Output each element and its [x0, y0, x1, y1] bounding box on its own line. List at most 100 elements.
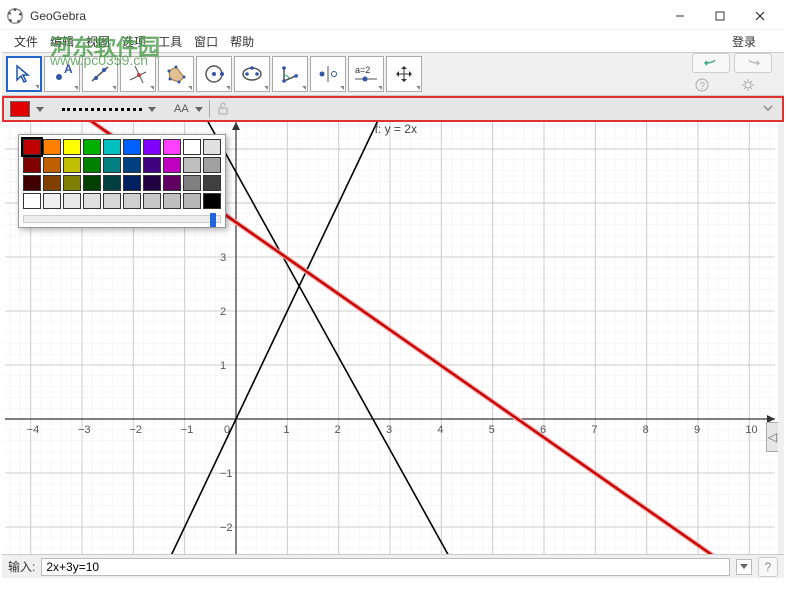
color-cell[interactable] [183, 139, 201, 155]
stylebar-expand-icon[interactable] [762, 102, 776, 116]
slider-thumb[interactable] [210, 213, 216, 227]
divider [209, 100, 210, 118]
menu-file[interactable]: 文件 [10, 31, 42, 52]
svg-text:a=2: a=2 [355, 65, 370, 75]
maximize-button[interactable] [700, 4, 740, 28]
color-cell[interactable] [163, 193, 181, 209]
svg-text:f: y = 2x: f: y = 2x [375, 122, 417, 136]
input-label: 输入: [8, 558, 35, 575]
color-cell[interactable] [23, 139, 41, 155]
color-cell[interactable] [43, 157, 61, 173]
svg-text:8: 8 [643, 424, 649, 436]
font-size-dropdown-icon[interactable] [195, 107, 203, 112]
input-help-button[interactable]: ? [758, 557, 778, 577]
svg-text:4: 4 [437, 424, 443, 436]
circle-tool[interactable] [196, 56, 232, 92]
settings-icon[interactable] [738, 75, 758, 95]
ellipse-tool[interactable] [234, 56, 270, 92]
menu-login[interactable]: 登录 [728, 31, 776, 52]
color-cell[interactable] [123, 175, 141, 191]
menu-help[interactable]: 帮助 [226, 31, 258, 52]
color-cell[interactable] [103, 157, 121, 173]
font-size-label[interactable]: AA [174, 103, 189, 115]
color-cell[interactable] [203, 193, 221, 209]
color-cell[interactable] [43, 139, 61, 155]
title-bar: GeoGebra [2, 2, 784, 30]
input-bar: 输入: ? [2, 554, 784, 578]
color-cell[interactable] [23, 157, 41, 173]
reflect-tool[interactable] [310, 56, 346, 92]
color-dropdown-icon[interactable] [36, 107, 44, 112]
app-icon [6, 7, 24, 25]
slider-tool[interactable]: a=2 [348, 56, 384, 92]
svg-text:−4: −4 [27, 424, 40, 436]
side-panel-toggle[interactable]: ◁ [766, 422, 778, 452]
line-style-preview[interactable] [62, 108, 142, 111]
color-cell[interactable] [103, 139, 121, 155]
lock-icon[interactable] [216, 101, 230, 118]
color-cell[interactable] [103, 175, 121, 191]
color-cell[interactable] [163, 139, 181, 155]
close-button[interactable] [740, 4, 780, 28]
svg-text:−1: −1 [220, 468, 233, 480]
color-cell[interactable] [203, 139, 221, 155]
color-cell[interactable] [143, 157, 161, 173]
redo-button[interactable] [734, 53, 772, 73]
color-cell[interactable] [163, 175, 181, 191]
svg-text:−2: −2 [220, 522, 233, 534]
input-field[interactable] [41, 558, 730, 576]
window-controls [660, 4, 780, 28]
color-cell[interactable] [43, 193, 61, 209]
minimize-button[interactable] [660, 4, 700, 28]
svg-text:?: ? [700, 81, 706, 92]
line-style-dropdown-icon[interactable] [148, 107, 156, 112]
color-cell[interactable] [43, 175, 61, 191]
color-cell[interactable] [83, 139, 101, 155]
menu-window[interactable]: 窗口 [190, 31, 222, 52]
color-cell[interactable] [63, 175, 81, 191]
move-tool[interactable] [6, 56, 42, 92]
color-cell[interactable] [103, 193, 121, 209]
color-cell[interactable] [123, 193, 141, 209]
svg-text:10: 10 [745, 424, 757, 436]
svg-text:5: 5 [489, 424, 495, 436]
svg-text:9: 9 [694, 424, 700, 436]
color-cell[interactable] [183, 157, 201, 173]
input-history-dropdown[interactable] [736, 559, 752, 575]
color-cell[interactable] [163, 157, 181, 173]
color-cell[interactable] [83, 157, 101, 173]
color-picker-popup [18, 134, 226, 228]
angle-tool[interactable] [272, 56, 308, 92]
svg-text:−3: −3 [78, 424, 91, 436]
svg-text:1: 1 [283, 424, 289, 436]
color-cell[interactable] [203, 157, 221, 173]
polygon-tool[interactable] [158, 56, 194, 92]
style-bar: AA [2, 96, 784, 122]
color-cell[interactable] [183, 175, 201, 191]
color-cell[interactable] [83, 193, 101, 209]
color-cell[interactable] [123, 157, 141, 173]
color-cell[interactable] [143, 139, 161, 155]
color-cell[interactable] [23, 193, 41, 209]
watermark-url: www.pc0359.cn [50, 52, 148, 68]
color-cell[interactable] [203, 175, 221, 191]
move-view-tool[interactable] [386, 56, 422, 92]
color-cell[interactable] [23, 175, 41, 191]
undo-button[interactable] [692, 53, 730, 73]
svg-text:3: 3 [386, 424, 392, 436]
svg-text:−1: −1 [181, 424, 194, 436]
color-cell[interactable] [83, 175, 101, 191]
svg-text:2: 2 [335, 424, 341, 436]
color-swatch[interactable] [10, 101, 30, 117]
color-cell[interactable] [143, 193, 161, 209]
opacity-slider[interactable] [23, 215, 221, 223]
help-icon[interactable]: ? [692, 75, 712, 95]
color-cell[interactable] [63, 157, 81, 173]
svg-text:1: 1 [220, 360, 226, 372]
color-cell[interactable] [63, 139, 81, 155]
toolbar-right: ? [692, 53, 780, 95]
color-cell[interactable] [183, 193, 201, 209]
color-cell[interactable] [143, 175, 161, 191]
color-cell[interactable] [63, 193, 81, 209]
color-cell[interactable] [123, 139, 141, 155]
